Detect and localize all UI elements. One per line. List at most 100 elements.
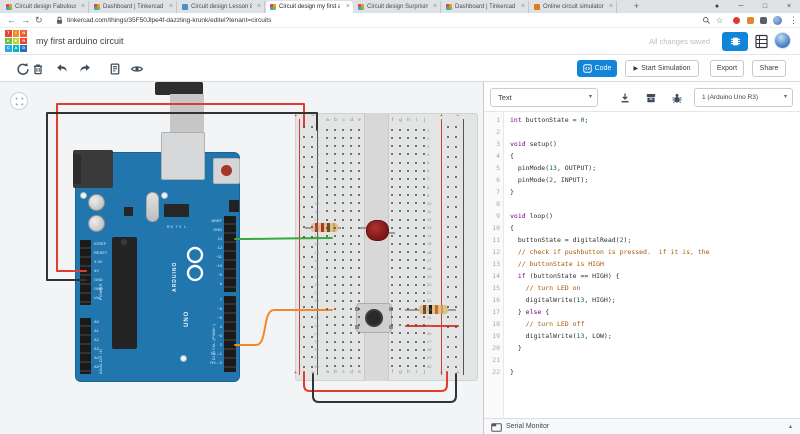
bb-hole[interactable] bbox=[391, 292, 393, 294]
bb-rail-hole[interactable] bbox=[303, 196, 305, 198]
bb-hole[interactable] bbox=[326, 227, 328, 229]
bb-hole[interactable] bbox=[342, 170, 344, 172]
bb-hole[interactable] bbox=[342, 227, 344, 229]
bb-hole[interactable] bbox=[407, 219, 409, 221]
bb-rail-hole[interactable] bbox=[447, 316, 449, 318]
bb-rail-hole[interactable] bbox=[447, 296, 449, 298]
bb-hole[interactable] bbox=[358, 300, 360, 302]
bb-hole[interactable] bbox=[391, 276, 393, 278]
bb-hole[interactable] bbox=[342, 300, 344, 302]
bb-rail-hole[interactable] bbox=[455, 226, 457, 228]
bb-rail-hole[interactable] bbox=[311, 126, 313, 128]
bb-hole[interactable] bbox=[350, 235, 352, 237]
bb-hole[interactable] bbox=[415, 284, 417, 286]
bb-rail-hole[interactable] bbox=[447, 336, 449, 338]
bb-hole[interactable] bbox=[407, 129, 409, 131]
bb-rail-hole[interactable] bbox=[455, 266, 457, 268]
back-icon[interactable]: ← bbox=[7, 13, 16, 28]
bb-hole[interactable] bbox=[342, 129, 344, 131]
bb-hole[interactable] bbox=[415, 235, 417, 237]
code-editor[interactable]: int buttonState = 0;void setup(){ pinMod… bbox=[484, 82, 800, 418]
bb-rail-hole[interactable] bbox=[455, 326, 457, 328]
analog-pin-header[interactable] bbox=[80, 318, 91, 374]
start-simulation-button[interactable]: ▶ Start Simulation bbox=[625, 60, 699, 77]
redo-button[interactable] bbox=[78, 62, 92, 76]
bb-hole[interactable] bbox=[407, 300, 409, 302]
bb-rail-hole[interactable] bbox=[303, 326, 305, 328]
bb-hole[interactable] bbox=[407, 292, 409, 294]
bb-hole[interactable] bbox=[423, 292, 425, 294]
bb-hole[interactable] bbox=[342, 284, 344, 286]
bb-rail-hole[interactable] bbox=[303, 166, 305, 168]
bb-rail-hole[interactable] bbox=[311, 166, 313, 168]
bb-hole[interactable] bbox=[391, 341, 393, 343]
bb-hole[interactable] bbox=[423, 341, 425, 343]
bb-hole[interactable] bbox=[358, 235, 360, 237]
bb-hole[interactable] bbox=[391, 243, 393, 245]
bb-hole[interactable] bbox=[407, 365, 409, 367]
bb-hole[interactable] bbox=[399, 129, 401, 131]
bb-hole[interactable] bbox=[334, 227, 336, 229]
bb-hole[interactable] bbox=[342, 365, 344, 367]
bb-hole[interactable] bbox=[399, 341, 401, 343]
bb-hole[interactable] bbox=[334, 243, 336, 245]
bb-hole[interactable] bbox=[358, 292, 360, 294]
bb-rail-hole[interactable] bbox=[447, 256, 449, 258]
browser-status-icon[interactable]: ● bbox=[710, 0, 724, 13]
bb-rail-hole[interactable] bbox=[455, 276, 457, 278]
bb-rail-hole[interactable] bbox=[455, 166, 457, 168]
bb-rail-hole[interactable] bbox=[447, 276, 449, 278]
bb-hole[interactable] bbox=[415, 243, 417, 245]
bb-hole[interactable] bbox=[326, 162, 328, 164]
bb-hole[interactable] bbox=[334, 300, 336, 302]
bb-hole[interactable] bbox=[358, 365, 360, 367]
bb-rail-hole[interactable] bbox=[447, 236, 449, 238]
bb-rail-hole[interactable] bbox=[303, 216, 305, 218]
bb-hole[interactable] bbox=[423, 219, 425, 221]
bb-hole[interactable] bbox=[334, 235, 336, 237]
bb-rail-hole[interactable] bbox=[311, 146, 313, 148]
bb-hole[interactable] bbox=[399, 292, 401, 294]
bb-hole[interactable] bbox=[399, 162, 401, 164]
bb-hole[interactable] bbox=[342, 357, 344, 359]
bb-hole[interactable] bbox=[334, 308, 336, 310]
bb-hole[interactable] bbox=[358, 341, 360, 343]
bb-hole[interactable] bbox=[334, 170, 336, 172]
bb-hole[interactable] bbox=[415, 341, 417, 343]
bb-rail-hole[interactable] bbox=[455, 246, 457, 248]
rotate-button[interactable] bbox=[16, 62, 30, 76]
bb-hole[interactable] bbox=[326, 178, 328, 180]
bb-rail-hole[interactable] bbox=[303, 206, 305, 208]
bb-rail-hole[interactable] bbox=[455, 196, 457, 198]
bb-hole[interactable] bbox=[407, 243, 409, 245]
bb-rail-hole[interactable] bbox=[311, 246, 313, 248]
bb-hole[interactable] bbox=[334, 365, 336, 367]
bb-hole[interactable] bbox=[415, 292, 417, 294]
bb-hole[interactable] bbox=[342, 292, 344, 294]
bb-hole[interactable] bbox=[342, 162, 344, 164]
bb-hole[interactable] bbox=[391, 349, 393, 351]
bb-hole[interactable] bbox=[350, 186, 352, 188]
bb-hole[interactable] bbox=[415, 178, 417, 180]
extension-icon[interactable] bbox=[747, 17, 754, 24]
bb-rail-hole[interactable] bbox=[311, 226, 313, 228]
red-led[interactable] bbox=[366, 220, 389, 241]
browser-tab[interactable]: Dashboard | Tinkercad× bbox=[442, 1, 529, 13]
bb-rail-hole[interactable] bbox=[447, 146, 449, 148]
bb-rail-hole[interactable] bbox=[311, 266, 313, 268]
bb-hole[interactable] bbox=[342, 276, 344, 278]
bb-rail-hole[interactable] bbox=[455, 346, 457, 348]
close-button[interactable]: × bbox=[782, 0, 796, 13]
bb-hole[interactable] bbox=[334, 219, 336, 221]
bb-hole[interactable] bbox=[415, 186, 417, 188]
bb-hole[interactable] bbox=[399, 178, 401, 180]
bb-hole[interactable] bbox=[391, 235, 393, 237]
bb-rail-hole[interactable] bbox=[303, 266, 305, 268]
components-list-button[interactable] bbox=[754, 33, 769, 50]
serial-monitor-bar[interactable]: Serial Monitor ▴ bbox=[484, 418, 800, 434]
bb-hole[interactable] bbox=[415, 349, 417, 351]
bb-hole[interactable] bbox=[326, 300, 328, 302]
zoom-icon[interactable] bbox=[702, 16, 711, 25]
bb-rail-hole[interactable] bbox=[447, 306, 449, 308]
bb-hole[interactable] bbox=[326, 365, 328, 367]
